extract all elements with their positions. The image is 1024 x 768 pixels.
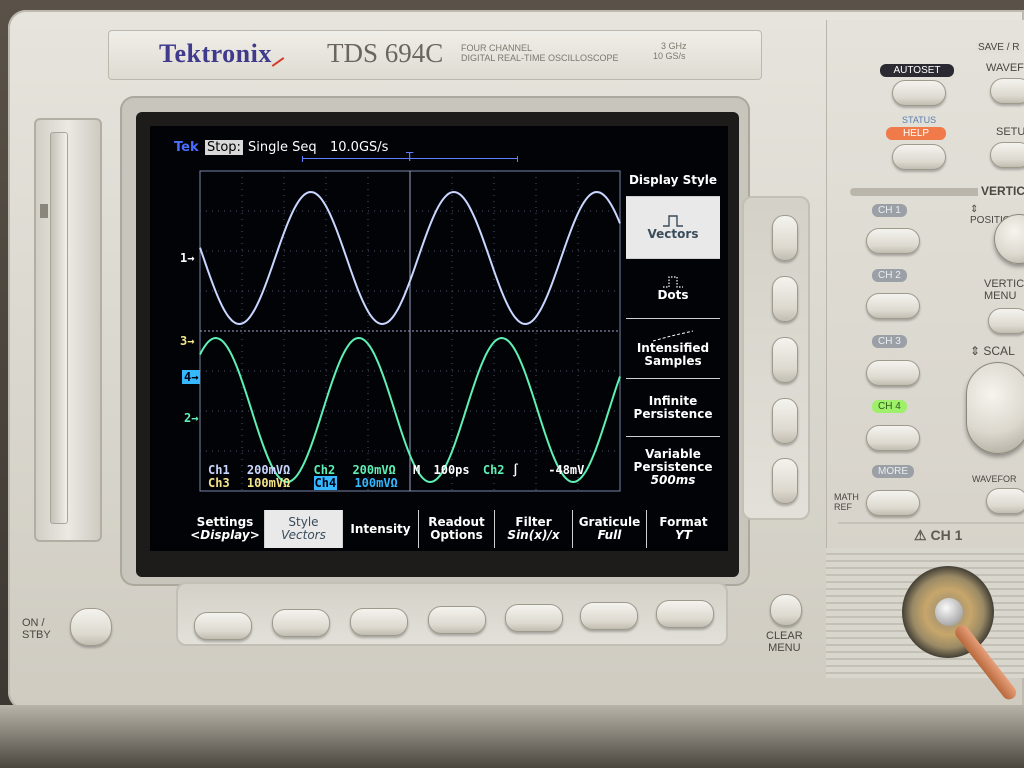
ch1-ground-marker: 1→ xyxy=(180,251,195,265)
instrument-base xyxy=(0,705,1024,768)
waveform-button[interactable] xyxy=(986,488,1024,514)
bottom-bezel-button-4[interactable] xyxy=(428,606,486,634)
bottom-menu-readout-options[interactable]: Readout Options xyxy=(418,510,494,548)
ch4-button[interactable] xyxy=(866,425,920,451)
ch3-button[interactable] xyxy=(866,360,920,386)
vertical-section-label: VERTIC xyxy=(978,184,1024,198)
bottom-bezel-button-5[interactable] xyxy=(505,604,563,632)
intensified-samples-icon xyxy=(652,330,694,341)
floppy-slot[interactable] xyxy=(50,132,68,524)
side-menu-vectors[interactable]: Vectors xyxy=(626,196,720,258)
oscilloscope-display: Tek Stop: Single Seq 10.0GS/s T 1→ 3→ 4→… xyxy=(150,126,728,551)
trigger-slope-icon: ∫ xyxy=(511,463,520,477)
setup-button[interactable] xyxy=(990,142,1024,168)
vertical-menu-button[interactable] xyxy=(988,308,1024,334)
ch1-input-label: ⚠ CH 1 xyxy=(914,527,963,543)
autoset-button[interactable] xyxy=(892,80,946,106)
model-name: TDS 694C xyxy=(327,38,444,68)
bottom-menu-settings[interactable]: Settings <Display> xyxy=(186,510,264,548)
bottom-bezel-button-3[interactable] xyxy=(350,608,408,636)
ch3-label: Ch3 xyxy=(208,476,230,490)
bottom-bezel-button-7[interactable] xyxy=(656,600,714,628)
bandwidth-spec: 3 GHz xyxy=(661,41,687,51)
ch4-label: Ch4 xyxy=(313,476,338,490)
channel-readout: Ch1 200mVΩ Ch2 200mVΩ M 100ps Ch2 ∫ -48m… xyxy=(208,464,584,490)
ch4-ground-marker: 4→ xyxy=(182,370,201,384)
side-menu-dots[interactable]: Dots xyxy=(626,258,720,318)
ch3-badge: CH 3 xyxy=(872,335,907,348)
waveform-label: WAVEFOR xyxy=(972,474,1017,484)
ch1-button[interactable] xyxy=(866,228,920,254)
side-menu-variable-persistence[interactable]: Variable Persistence 500ms xyxy=(626,436,720,498)
waveform-save-label: WAVEF xyxy=(986,62,1024,74)
save-recall-label: SAVE / R xyxy=(976,42,1022,53)
model-description-line1: FOUR CHANNEL xyxy=(461,43,533,53)
side-menu-title: Display Style xyxy=(628,173,718,187)
vertical-scale-knob[interactable] xyxy=(966,362,1024,454)
dots-style-icon xyxy=(663,276,683,288)
bottom-menu-filter[interactable]: Filter Sin(x)/x xyxy=(494,510,572,548)
side-bezel-button-4[interactable] xyxy=(772,398,798,444)
brand-logo: Tektronix xyxy=(159,39,272,68)
bottom-menu-intensity[interactable]: Intensity xyxy=(342,510,418,548)
side-bezel-button-5[interactable] xyxy=(772,458,798,504)
trigger-level: -48mV xyxy=(548,463,585,477)
ch4-scale: 100mVΩ xyxy=(354,476,398,490)
scale-label: ⇕ SCAL xyxy=(970,344,1015,358)
bottom-bezel-button-2[interactable] xyxy=(272,609,330,637)
bottom-menu-format[interactable]: Format YT xyxy=(646,510,720,548)
brand-logo-accent xyxy=(271,57,285,67)
bottom-menu-graticule[interactable]: Graticule Full xyxy=(572,510,646,548)
model-description-line2: DIGITAL REAL-TIME OSCILLOSCOPE xyxy=(461,53,619,63)
ch1-scale: 200mVΩ xyxy=(246,463,291,477)
help-label: HELP xyxy=(886,127,946,140)
timebase: 100ps xyxy=(433,463,470,477)
ch2-label: Ch2 xyxy=(313,463,336,477)
floppy-led xyxy=(40,204,48,218)
math-ref-button[interactable] xyxy=(866,490,920,516)
vectors-style-icon xyxy=(663,215,683,227)
side-menu-infinite-persistence[interactable]: Infinite Persistence xyxy=(626,378,720,436)
waveform-save-button[interactable] xyxy=(990,78,1024,104)
bottom-bezel-button-6[interactable] xyxy=(580,602,638,630)
power-button[interactable] xyxy=(70,608,112,646)
timebase-prefix: M xyxy=(413,463,421,477)
math-ref-label: MATH REF xyxy=(834,492,859,512)
status-label: STATUS xyxy=(902,115,937,125)
setup-label: SETU xyxy=(996,126,1024,138)
clear-menu-button[interactable] xyxy=(770,594,802,626)
side-bezel-button-2[interactable] xyxy=(772,276,798,322)
ch2-scale: 200mVΩ xyxy=(352,463,396,477)
autoset-label: AUTOSET xyxy=(880,64,954,77)
side-bezel-button-3[interactable] xyxy=(772,337,798,383)
help-button[interactable] xyxy=(892,144,946,170)
ch1-badge: CH 1 xyxy=(872,204,907,217)
sample-rate-spec: 10 GS/s xyxy=(653,51,686,61)
more-badge: MORE xyxy=(872,465,914,478)
on-stby-label: ON / STBY xyxy=(22,617,51,641)
ch2-badge: CH 2 xyxy=(872,269,907,282)
ch2-ground-marker: 2→ xyxy=(184,411,199,425)
side-bezel-button-1[interactable] xyxy=(772,215,798,261)
bnc-center xyxy=(935,598,963,626)
ch2-button[interactable] xyxy=(866,293,920,319)
bottom-bezel-button-1[interactable] xyxy=(194,612,252,640)
ch3-ground-marker: 3→ xyxy=(180,334,195,348)
ch3-scale: 100mVΩ xyxy=(246,476,291,490)
nameplate: Tektronix TDS 694C FOUR CHANNEL DIGITAL … xyxy=(108,30,762,80)
floppy-drive xyxy=(34,118,102,542)
vertical-menu-label: VERTIC MENU xyxy=(984,278,1024,302)
clear-menu-label: CLEAR MENU xyxy=(766,630,803,654)
bottom-menu-style[interactable]: Style Vectors xyxy=(264,510,342,548)
ch4-badge: CH 4 xyxy=(872,400,907,413)
ch1-label: Ch1 xyxy=(208,463,230,477)
trigger-source: Ch2 xyxy=(482,463,505,477)
side-menu-intensified-samples[interactable]: Intensified Samples xyxy=(626,318,720,378)
